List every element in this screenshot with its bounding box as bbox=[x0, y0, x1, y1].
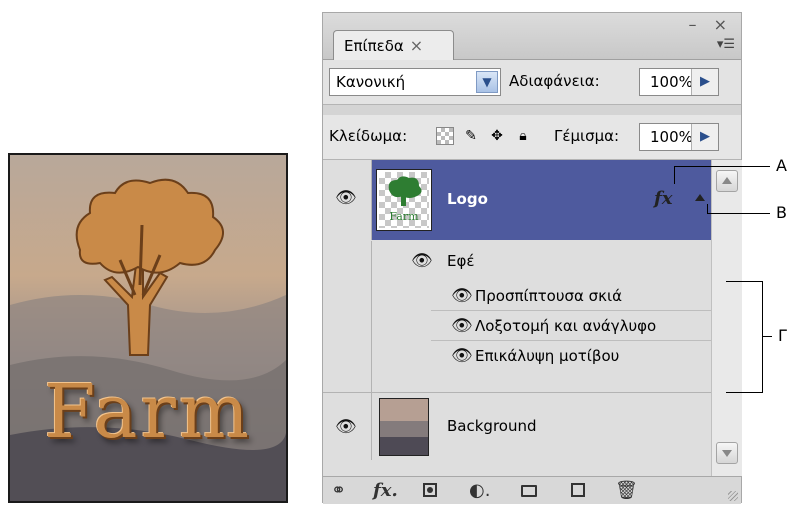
callout-c-bracket bbox=[762, 281, 763, 393]
fill-value: 100% bbox=[650, 128, 693, 146]
eye-icon[interactable]: 👁︎ bbox=[451, 346, 473, 366]
new-group-icon[interactable] bbox=[521, 485, 537, 497]
link-layers-icon[interactable]: ⚭ bbox=[331, 480, 346, 501]
layers-scrollbar[interactable] bbox=[711, 160, 742, 476]
panel-menu-icon[interactable]: ▾☰ bbox=[717, 37, 735, 52]
logo-thumbnail-text: Farm bbox=[389, 210, 419, 223]
layers-panel: Επίπεδα × – × ▾☰ Κανονική ▼ Αδιαφάνεια: … bbox=[322, 12, 742, 504]
eye-icon[interactable]: 👁︎ bbox=[335, 417, 357, 437]
eye-icon[interactable]: 👁︎ bbox=[411, 251, 433, 271]
tab-close-icon[interactable]: × bbox=[410, 36, 423, 55]
lock-transparency-icon[interactable] bbox=[436, 127, 454, 145]
callout-b-line bbox=[707, 213, 770, 214]
callout-c-top bbox=[726, 281, 762, 282]
callout-a-label: A bbox=[776, 156, 787, 175]
effect-spacer-row bbox=[323, 371, 711, 392]
visibility-cell-spacer bbox=[323, 311, 372, 341]
tab-layers-label: Επίπεδα bbox=[344, 36, 404, 55]
opacity-value: 100% bbox=[650, 73, 693, 91]
visibility-cell-spacer bbox=[323, 281, 372, 311]
fill-label: Γέμισμα: bbox=[554, 127, 620, 145]
tab-layers[interactable]: Επίπεδα × bbox=[333, 30, 454, 60]
layer-row-background[interactable]: 👁︎ Background bbox=[323, 392, 711, 460]
panel-footer: ⚭ fx. ◐. 🗑︎ bbox=[323, 476, 741, 504]
lock-image-brush-icon[interactable]: ✎ bbox=[462, 127, 480, 145]
window-buttons[interactable]: – × bbox=[689, 15, 734, 34]
fx-icon[interactable]: fx bbox=[654, 188, 672, 209]
layer-name-background[interactable]: Background bbox=[447, 417, 537, 435]
effect-label: Επικάλυψη μοτίβου bbox=[475, 347, 620, 365]
layer-row-logo[interactable]: 👁︎ Farm Logo fx bbox=[323, 160, 711, 240]
opacity-slider-arrow-icon[interactable]: ▶ bbox=[691, 69, 718, 95]
callout-a-line bbox=[674, 166, 770, 167]
callout-c-bottom bbox=[726, 392, 762, 393]
lock-options: ✎ ✥ 🔒︎ bbox=[436, 127, 532, 145]
new-layer-icon[interactable] bbox=[571, 483, 585, 497]
lock-position-move-icon[interactable]: ✥ bbox=[488, 127, 506, 145]
lock-fill-row: Κλείδωμα: ✎ ✥ 🔒︎ Γέμισμα: 100% ▶ bbox=[323, 115, 741, 160]
add-mask-icon[interactable] bbox=[423, 483, 437, 497]
eye-icon[interactable]: 👁︎ bbox=[335, 188, 357, 208]
opacity-field[interactable]: 100% ▶ bbox=[639, 68, 719, 96]
layer-thumbnail-background bbox=[379, 398, 429, 456]
effects-label: Εφέ bbox=[447, 252, 475, 270]
artwork-preview: Farm bbox=[8, 153, 288, 503]
callout-b-label: B bbox=[776, 203, 787, 222]
effect-label: Λοξοτομή και ανάγλυφο bbox=[475, 317, 657, 335]
chevron-down-icon[interactable]: ▼ bbox=[476, 71, 498, 93]
lock-all-icon[interactable]: 🔒︎ bbox=[514, 127, 532, 145]
visibility-cell[interactable]: 👁︎ bbox=[323, 393, 372, 460]
fill-slider-arrow-icon[interactable]: ▶ bbox=[691, 124, 718, 150]
effect-label: Προσπίπτουσα σκιά bbox=[475, 287, 622, 305]
visibility-cell[interactable]: 👁︎ bbox=[323, 160, 372, 240]
effect-row-drop-shadow[interactable]: 👁︎ Προσπίπτουσα σκιά bbox=[323, 281, 711, 311]
visibility-cell-spacer bbox=[323, 341, 372, 371]
trash-icon[interactable]: 🗑︎ bbox=[615, 480, 638, 501]
callout-c-label: Γ bbox=[778, 326, 787, 345]
opacity-label: Αδιαφάνεια: bbox=[509, 72, 600, 90]
effect-row-bevel-emboss[interactable]: 👁︎ Λοξοτομή και ανάγλυφο bbox=[323, 311, 711, 341]
scroll-down-button[interactable] bbox=[716, 442, 738, 464]
layer-name-logo[interactable]: Logo bbox=[447, 190, 488, 208]
expand-effects-triangle-icon[interactable] bbox=[695, 194, 705, 201]
callout-a-stem bbox=[674, 166, 675, 184]
visibility-cell-spacer bbox=[323, 371, 372, 392]
add-style-fx-icon[interactable]: fx. bbox=[373, 480, 398, 501]
adjustment-layer-icon[interactable]: ◐. bbox=[469, 480, 490, 501]
resize-grip-icon[interactable] bbox=[728, 491, 738, 501]
background-thumbnail-art bbox=[380, 399, 428, 455]
callout-c-tick bbox=[762, 336, 772, 337]
lock-label: Κλείδωμα: bbox=[329, 127, 408, 145]
blend-mode-select[interactable]: Κανονική ▼ bbox=[329, 68, 501, 96]
panel-header: Επίπεδα × – × ▾☰ bbox=[323, 13, 741, 60]
blend-mode-value: Κανονική bbox=[336, 73, 406, 91]
blend-opacity-row: Κανονική ▼ Αδιαφάνεια: 100% ▶ bbox=[323, 60, 741, 105]
layer-thumbnail-logo: Farm bbox=[376, 169, 432, 231]
layers-list: 👁︎ Farm Logo fx 👁︎ Εφέ 👁︎ Προσπίπτουσα σ… bbox=[323, 160, 711, 476]
eye-icon[interactable]: 👁︎ bbox=[451, 316, 473, 336]
scroll-down-arrow-icon bbox=[722, 450, 732, 457]
scroll-up-button[interactable] bbox=[716, 170, 738, 192]
artwork-farm-text: Farm bbox=[44, 369, 252, 455]
fill-field[interactable]: 100% ▶ bbox=[639, 123, 719, 151]
scroll-up-arrow-icon bbox=[722, 177, 732, 184]
effects-header-row[interactable]: 👁︎ Εφέ bbox=[323, 241, 711, 281]
eye-icon[interactable]: 👁︎ bbox=[451, 286, 473, 306]
effect-row-pattern-overlay[interactable]: 👁︎ Επικάλυψη μοτίβου bbox=[323, 341, 711, 371]
logo-thumbnail-art: Farm bbox=[388, 176, 422, 223]
visibility-cell-spacer bbox=[323, 241, 372, 281]
